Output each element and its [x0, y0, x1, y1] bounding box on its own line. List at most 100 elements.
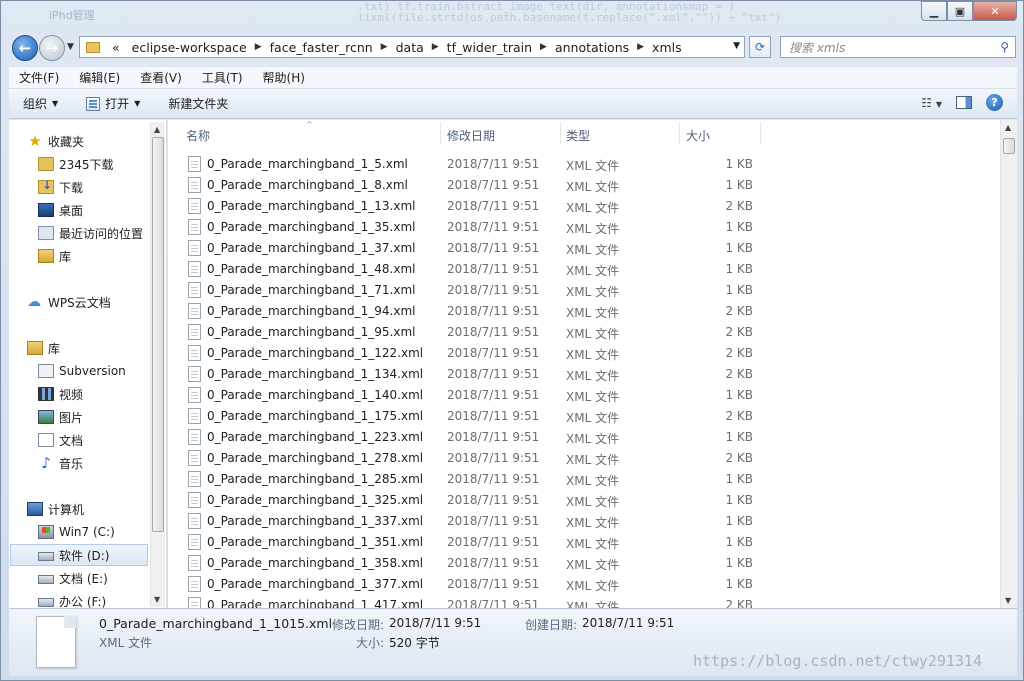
table-row[interactable]: 0_Parade_marchingband_1_358.xml 2018/7/11…: [168, 553, 1000, 574]
column-divider[interactable]: [440, 122, 441, 144]
table-row[interactable]: 0_Parade_marchingband_1_417.xml 2018/7/11…: [168, 595, 1000, 608]
back-button[interactable]: ←: [12, 35, 38, 61]
nav-favorites[interactable]: ★ 收藏夹: [27, 130, 166, 152]
column-name[interactable]: 名称: [186, 127, 210, 144]
table-row[interactable]: 0_Parade_marchingband_1_223.xml 2018/7/11…: [168, 427, 1000, 448]
scrollbar-thumb[interactable]: [152, 137, 164, 532]
table-row[interactable]: 0_Parade_marchingband_1_140.xml 2018/7/11…: [168, 385, 1000, 406]
table-row[interactable]: 0_Parade_marchingband_1_134.xml 2018/7/11…: [168, 364, 1000, 385]
change-view-button[interactable]: ☷ ▼: [921, 96, 942, 110]
menu-file[interactable]: 文件(F): [9, 69, 69, 86]
file-size: 1 KB: [725, 514, 753, 528]
nav-item-pictures[interactable]: 图片: [38, 406, 166, 428]
breadcrumb-face-faster-rcnn[interactable]: face_faster_rcnn: [264, 40, 379, 55]
table-row[interactable]: 0_Parade_marchingband_1_35.xml 2018/7/11 …: [168, 217, 1000, 238]
nav-item-music[interactable]: ♪ 音乐: [38, 452, 166, 474]
table-row[interactable]: 0_Parade_marchingband_1_278.xml 2018/7/11…: [168, 448, 1000, 469]
nav-item-libraries-fav[interactable]: 库: [38, 245, 166, 267]
menu-view[interactable]: 查看(V): [130, 69, 192, 86]
nav-item-subversion[interactable]: Subversion: [38, 360, 166, 382]
chevron-right-icon[interactable]: ▶: [253, 42, 264, 52]
window-title-ghost: iPhd管理: [49, 9, 95, 22]
menu-edit[interactable]: 编辑(E): [69, 69, 130, 86]
column-divider[interactable]: [560, 122, 561, 144]
close-button[interactable]: ✕: [973, 1, 1017, 21]
file-list-scrollbar[interactable]: ▲ ▼: [1000, 120, 1017, 608]
table-row[interactable]: 0_Parade_marchingband_1_71.xml 2018/7/11 …: [168, 280, 1000, 301]
scrollbar-thumb[interactable]: [1003, 138, 1015, 154]
minimize-button[interactable]: ▁: [921, 1, 947, 21]
table-row[interactable]: 0_Parade_marchingband_1_325.xml 2018/7/11…: [168, 490, 1000, 511]
nav-item-videos[interactable]: 视频: [38, 383, 166, 405]
chevron-right-icon[interactable]: ▶: [379, 42, 390, 52]
breadcrumb-eclipse-workspace[interactable]: eclipse-workspace: [126, 40, 253, 55]
nav-item-drive-c[interactable]: Win7 (C:): [38, 521, 166, 543]
table-row[interactable]: 0_Parade_marchingband_1_351.xml 2018/7/11…: [168, 532, 1000, 553]
nav-item-drive-f[interactable]: 办公 (F:): [38, 590, 166, 608]
nav-item-2345-downloads[interactable]: 2345下载: [38, 153, 166, 175]
navigation-scrollbar[interactable]: ▲ ▼: [150, 122, 165, 607]
table-row[interactable]: 0_Parade_marchingband_1_122.xml 2018/7/11…: [168, 343, 1000, 364]
breadcrumb-tf-wider-train[interactable]: tf_wider_train: [441, 40, 538, 55]
column-divider[interactable]: [679, 122, 680, 144]
open-button[interactable]: 打开 ▼: [72, 95, 154, 112]
help-icon[interactable]: ?: [986, 94, 1003, 111]
table-row[interactable]: 0_Parade_marchingband_1_8.xml 2018/7/11 9…: [168, 175, 1000, 196]
nav-item-drive-d[interactable]: 软件 (D:): [10, 544, 148, 566]
table-row[interactable]: 0_Parade_marchingband_1_48.xml 2018/7/11 …: [168, 259, 1000, 280]
background-code-ghost: .txt) tf.train.bstract_image_text(dir, a…: [357, 1, 782, 24]
table-row[interactable]: 0_Parade_marchingband_1_285.xml 2018/7/11…: [168, 469, 1000, 490]
nav-item-downloads[interactable]: 下载: [38, 176, 166, 198]
file-size: 1 KB: [725, 493, 753, 507]
chevron-right-icon[interactable]: ▶: [635, 42, 646, 52]
table-row[interactable]: 0_Parade_marchingband_1_175.xml 2018/7/11…: [168, 406, 1000, 427]
nav-computer[interactable]: 计算机: [27, 498, 166, 520]
refresh-button[interactable]: ⟳: [749, 36, 771, 58]
scroll-down-icon[interactable]: ▼: [1005, 596, 1011, 605]
menu-tools[interactable]: 工具(T): [192, 69, 253, 86]
column-date[interactable]: 修改日期: [447, 127, 495, 144]
search-input[interactable]: 搜索 xmls ⚲: [780, 36, 1016, 58]
table-row[interactable]: 0_Parade_marchingband_1_13.xml 2018/7/11 …: [168, 196, 1000, 217]
nav-item-recent-places[interactable]: 最近访问的位置: [38, 222, 166, 244]
breadcrumb-data[interactable]: data: [390, 40, 430, 55]
table-row[interactable]: 0_Parade_marchingband_1_337.xml 2018/7/11…: [168, 511, 1000, 532]
nav-item-documents[interactable]: 文档: [38, 429, 166, 451]
breadcrumb-overflow[interactable]: «: [106, 40, 126, 55]
breadcrumb-xmls[interactable]: xmls: [646, 40, 688, 55]
table-row[interactable]: 0_Parade_marchingband_1_94.xml 2018/7/11 …: [168, 301, 1000, 322]
forward-button[interactable]: →: [39, 35, 65, 61]
maximize-button[interactable]: ▣: [947, 1, 973, 21]
preview-pane-icon[interactable]: [956, 96, 972, 109]
nav-wps-cloud[interactable]: ☁ WPS云文档: [27, 291, 166, 313]
table-row[interactable]: 0_Parade_marchingband_1_377.xml 2018/7/11…: [168, 574, 1000, 595]
file-type: XML 文件: [566, 201, 620, 215]
nav-label: Subversion: [59, 364, 126, 378]
file-date: 2018/7/11 9:51: [447, 262, 540, 276]
breadcrumb-annotations[interactable]: annotations: [549, 40, 635, 55]
nav-label: Win7 (C:): [59, 525, 115, 539]
scroll-up-icon[interactable]: ▲: [154, 125, 160, 134]
column-divider[interactable]: [760, 122, 761, 144]
column-type[interactable]: 类型: [566, 127, 590, 144]
column-size[interactable]: 大小: [686, 127, 710, 144]
xml-file-icon: [188, 450, 201, 466]
chevron-right-icon[interactable]: ▶: [538, 42, 549, 52]
organize-button[interactable]: 组织 ▼: [9, 95, 72, 112]
recent-pages-button[interactable]: ▼: [67, 42, 74, 52]
file-date: 2018/7/11 9:51: [447, 178, 540, 192]
chevron-right-icon[interactable]: ▶: [430, 42, 441, 52]
menu-help[interactable]: 帮助(H): [253, 69, 315, 86]
nav-item-desktop[interactable]: 桌面: [38, 199, 166, 221]
nav-item-drive-e[interactable]: 文档 (E:): [38, 567, 166, 589]
search-icon[interactable]: ⚲: [1000, 40, 1009, 54]
scroll-up-icon[interactable]: ▲: [1005, 123, 1011, 132]
table-row[interactable]: 0_Parade_marchingband_1_95.xml 2018/7/11 …: [168, 322, 1000, 343]
address-dropdown-icon[interactable]: ▼: [733, 41, 740, 51]
new-folder-button[interactable]: 新建文件夹: [154, 95, 242, 112]
scroll-down-icon[interactable]: ▼: [154, 595, 160, 604]
table-row[interactable]: 0_Parade_marchingband_1_5.xml 2018/7/11 9…: [168, 154, 1000, 175]
table-row[interactable]: 0_Parade_marchingband_1_37.xml 2018/7/11 …: [168, 238, 1000, 259]
nav-libraries[interactable]: 库: [27, 337, 166, 359]
address-bar[interactable]: « eclipse-workspace ▶ face_faster_rcnn ▶…: [79, 36, 745, 58]
